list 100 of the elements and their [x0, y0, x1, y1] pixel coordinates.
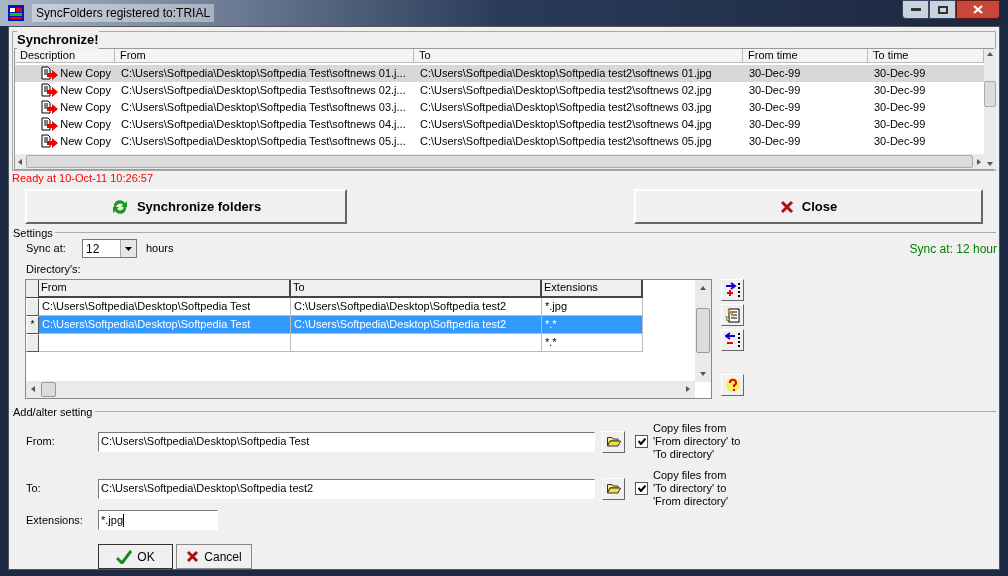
copy-file-icon	[41, 116, 60, 133]
ok-button[interactable]: OK	[98, 544, 173, 569]
column-header[interactable]: To time	[868, 49, 984, 63]
field-label: Sync at:	[26, 241, 67, 257]
column-header[interactable]: From	[115, 49, 414, 63]
copy-file-icon	[41, 82, 60, 99]
sync-info-text: Sync at: 12 hour	[909, 240, 997, 258]
table-cell-text: New Copy	[60, 100, 111, 116]
table-cell-text: 30-Dec-99	[748, 66, 802, 82]
list-row[interactable]: New Copy C:\Users\Softpedia\Desktop\Softpedia Test\softnews 01.j... C:\Users\Softpedia\Desktop\Softpedia test2\softnews 01.jpg 30-Dec-99 30-Dec-99	[15, 65, 984, 82]
table-cell-text: C:\Users\Softpedia\Desktop\Softpedia Test\softnews 02.j...	[120, 83, 407, 99]
scroll-up-icon	[987, 52, 993, 56]
copy-checkbox[interactable]	[635, 482, 648, 495]
to-path-field[interactable]: C:\Users\Softpedia\Desktop\Softpedia test2	[98, 478, 595, 499]
table-cell-text: 30-Dec-99	[748, 134, 802, 150]
scrollbar-thumb[interactable]	[984, 81, 996, 107]
horizontal-scrollbar[interactable]	[26, 380, 695, 398]
copy-file-icon	[41, 65, 60, 82]
checkmark-icon	[116, 549, 133, 564]
cancel-button[interactable]: Cancel	[176, 544, 252, 569]
unit-label: hours	[146, 241, 174, 257]
table-cell-text: C:\Users\Softpedia\Desktop\Softpedia test2\softnews 03.jpg	[419, 100, 713, 116]
minimize-icon	[910, 7, 921, 12]
synchronize-button[interactable]: Synchronize folders	[25, 189, 347, 224]
minimize-button[interactable]	[902, 0, 929, 19]
scroll-left-icon	[18, 158, 22, 165]
help-icon	[724, 376, 741, 393]
close-button[interactable]	[956, 0, 1000, 19]
table-cell-text: 30-Dec-99	[873, 134, 927, 150]
hours-dropdown[interactable]: 12	[82, 239, 137, 258]
field-label: To:	[26, 481, 42, 497]
check-icon	[637, 485, 646, 492]
x-icon	[779, 199, 794, 214]
window-title: SyncFolders registered to:TRIAL	[32, 4, 215, 22]
scrollbar-thumb[interactable]	[696, 308, 710, 353]
table-cell-text: 30-Dec-99	[873, 100, 927, 116]
refresh-icon	[110, 197, 129, 216]
add-row-button[interactable]	[721, 278, 744, 301]
browse-folder-button[interactable]	[602, 477, 625, 500]
browse-folder-button[interactable]	[602, 430, 625, 453]
maximize-icon	[937, 5, 948, 14]
table-cell-text: 30-Dec-99	[873, 83, 927, 99]
edit-document-icon	[724, 306, 741, 323]
scrollbar-thumb[interactable]	[26, 155, 973, 168]
table-cell-text: C:\Users\Softpedia\Desktop\Softpedia test2\softnews 04.jpg	[419, 117, 713, 133]
table-cell-text: New Copy	[60, 66, 111, 82]
table-cell-text: C:\Users\Softpedia\Desktop\Softpedia Test\softnews 03.j...	[120, 100, 407, 116]
field-label: Directory's:	[25, 262, 82, 277]
from-path-field[interactable]: C:\Users\Softpedia\Desktop\Softpedia Test	[98, 431, 595, 452]
scrollbar-thumb[interactable]	[41, 381, 56, 397]
group-title: Synchronize!	[17, 30, 99, 50]
help-button[interactable]	[721, 373, 744, 396]
column-header[interactable]: From time	[743, 49, 868, 63]
table-cell-text: C:\Users\Softpedia\Desktop\Softpedia test2\softnews 01.jpg	[419, 66, 713, 82]
copy-checkbox[interactable]	[635, 435, 648, 448]
horizontal-scrollbar[interactable]	[15, 154, 984, 169]
column-header[interactable]: Extensions	[542, 279, 643, 298]
close-icon	[973, 5, 983, 14]
check-icon	[637, 438, 646, 445]
remove-arrow-icon	[724, 331, 741, 348]
column-header[interactable]: From	[39, 279, 291, 298]
checkbox-label: Copy files from 'From directory' to 'To directory'	[653, 422, 742, 461]
column-header[interactable]: To	[291, 279, 542, 298]
dropdown-arrow-icon	[125, 246, 132, 251]
field-label: Extensions:	[26, 512, 84, 528]
app-icon	[8, 5, 24, 21]
status-text: Ready at 10-Oct-11 10:26:57	[12, 170, 154, 186]
table-cell-text: C:\Users\Softpedia\Desktop\Softpedia Test\softnews 01.j...	[120, 66, 407, 82]
grid-corner-header	[26, 279, 39, 298]
folder-icon	[606, 436, 621, 447]
edit-row-button[interactable]	[721, 303, 744, 326]
scroll-down-icon	[700, 371, 706, 376]
scroll-right-icon	[686, 386, 690, 392]
folder-icon	[606, 483, 621, 494]
table-cell-text: C:\Users\Softpedia\Desktop\Softpedia test2\softnews 05.jpg	[419, 134, 713, 150]
x-icon	[186, 550, 200, 563]
vertical-scrollbar[interactable]	[984, 49, 996, 169]
add-arrow-icon	[724, 281, 741, 298]
column-header[interactable]: To	[414, 49, 743, 63]
copy-file-icon	[41, 133, 60, 150]
table-cell-text: New Copy	[60, 83, 111, 99]
remove-row-button[interactable]	[721, 328, 744, 351]
scroll-up-icon	[700, 285, 706, 290]
table-cell-text: 30-Dec-99	[748, 117, 802, 133]
table-cell-text: 30-Dec-99	[748, 83, 802, 99]
maximize-button[interactable]	[929, 0, 956, 19]
field-label: From:	[26, 434, 56, 450]
table-cell-text: 30-Dec-99	[873, 117, 927, 133]
vertical-scrollbar[interactable]	[695, 279, 711, 382]
scroll-right-icon	[977, 158, 981, 165]
copy-file-icon	[41, 99, 60, 116]
table-cell-text: C:\Users\Softpedia\Desktop\Softpedia test2\softnews 02.jpg	[419, 83, 713, 99]
scroll-left-icon	[31, 386, 35, 392]
extensions-field[interactable]: *.jpg	[98, 510, 218, 530]
close-dialog-button[interactable]: Close	[634, 189, 983, 224]
scroll-down-icon	[987, 162, 993, 166]
table-cell-text: C:\Users\Softpedia\Desktop\Softpedia Test\softnews 05.j...	[120, 134, 407, 150]
table-cell-text: New Copy	[60, 117, 111, 133]
table-cell-text: 30-Dec-99	[873, 66, 927, 82]
table-cell-text: C:\Users\Softpedia\Desktop\Softpedia Test\softnews 04.j...	[120, 117, 407, 133]
